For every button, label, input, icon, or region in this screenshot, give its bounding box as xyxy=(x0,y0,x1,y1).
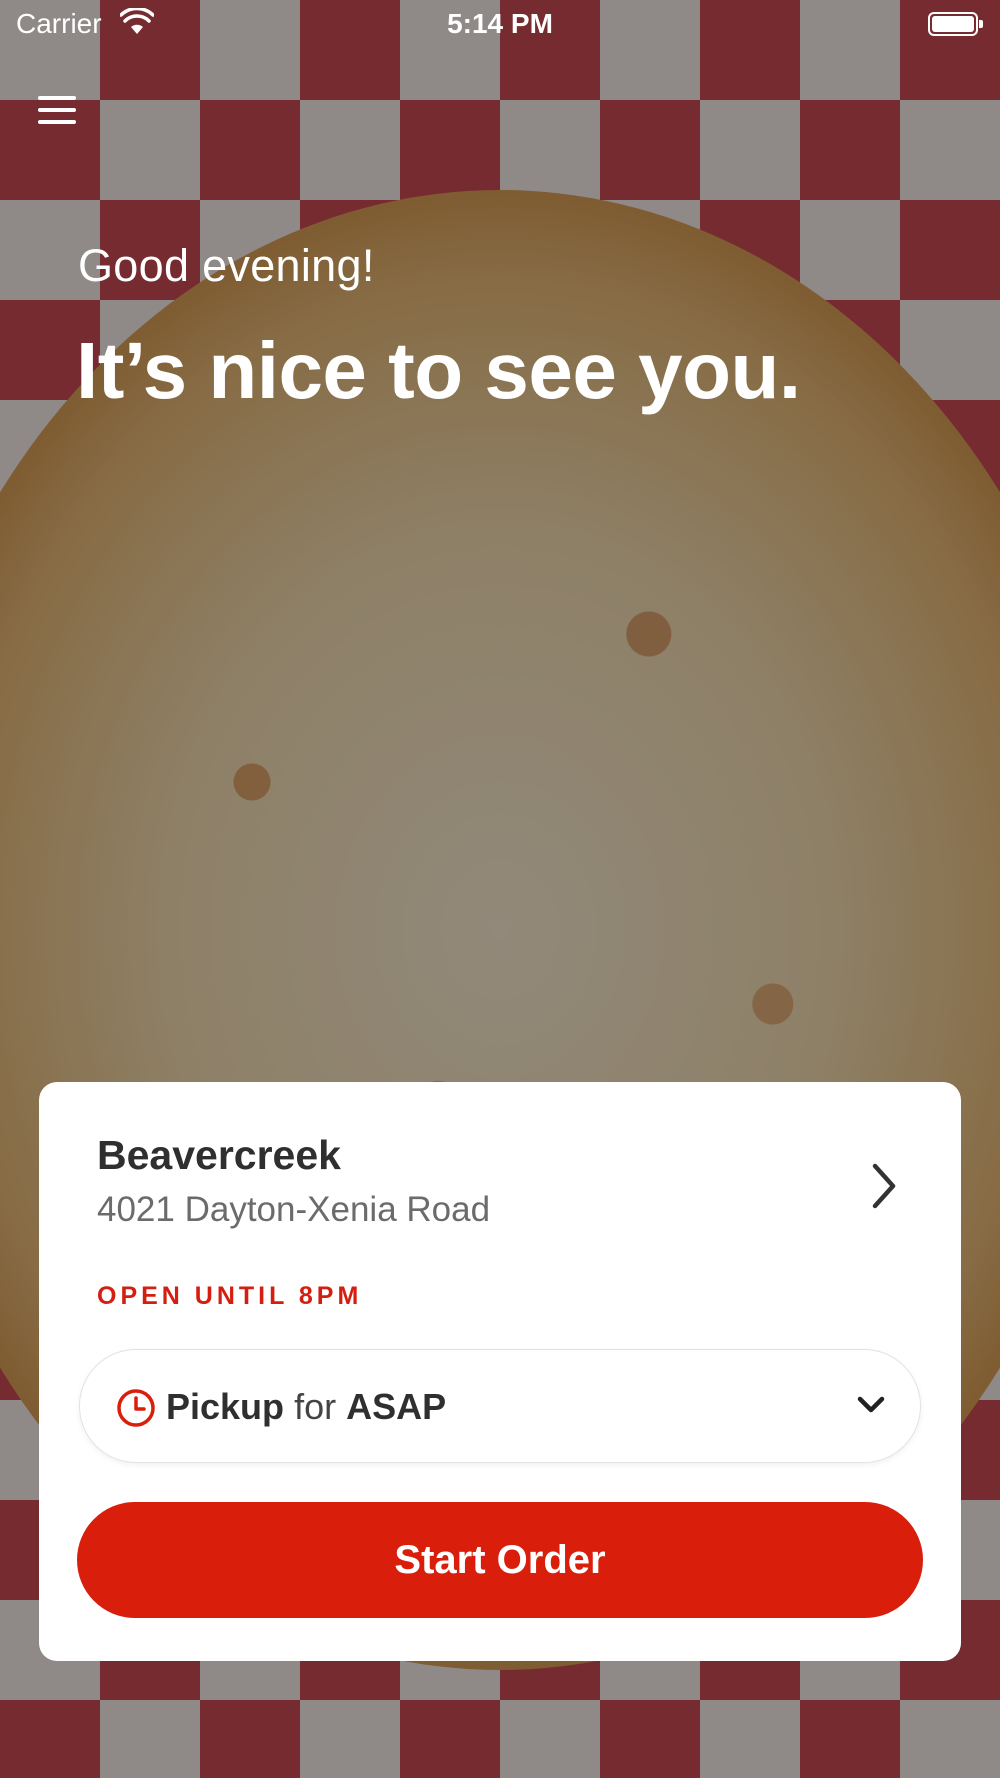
hours-status: OPEN UNTIL 8PM xyxy=(97,1282,363,1310)
location-name: Beavercreek xyxy=(97,1132,341,1178)
order-mode: Pickup xyxy=(166,1386,285,1427)
location-selector[interactable]: Beavercreek 4021 Dayton-Xenia Road xyxy=(97,1132,917,1242)
page-title: It’s nice to see you. xyxy=(76,326,801,415)
chevron-right-icon xyxy=(872,1163,896,1209)
status-time: 5:14 PM xyxy=(447,8,553,39)
status-bar: Carrier 5:14 PM xyxy=(0,0,1000,50)
order-connector: for xyxy=(294,1386,337,1427)
location-card: Beavercreek 4021 Dayton-Xenia Road OPEN … xyxy=(39,1082,961,1661)
hamburger-menu-icon[interactable] xyxy=(38,92,78,132)
order-type-summary: Pickup for ASAP xyxy=(166,1386,446,1428)
greeting-text: Good evening! xyxy=(78,240,375,291)
start-order-button[interactable]: Start Order xyxy=(77,1502,923,1618)
order-type-dropdown[interactable]: Pickup for ASAP xyxy=(79,1349,921,1463)
chevron-down-icon xyxy=(857,1396,885,1413)
location-address: 4021 Dayton-Xenia Road xyxy=(97,1190,491,1229)
clock-icon xyxy=(117,1389,155,1427)
order-time: ASAP xyxy=(346,1386,447,1427)
battery-icon xyxy=(928,12,983,36)
